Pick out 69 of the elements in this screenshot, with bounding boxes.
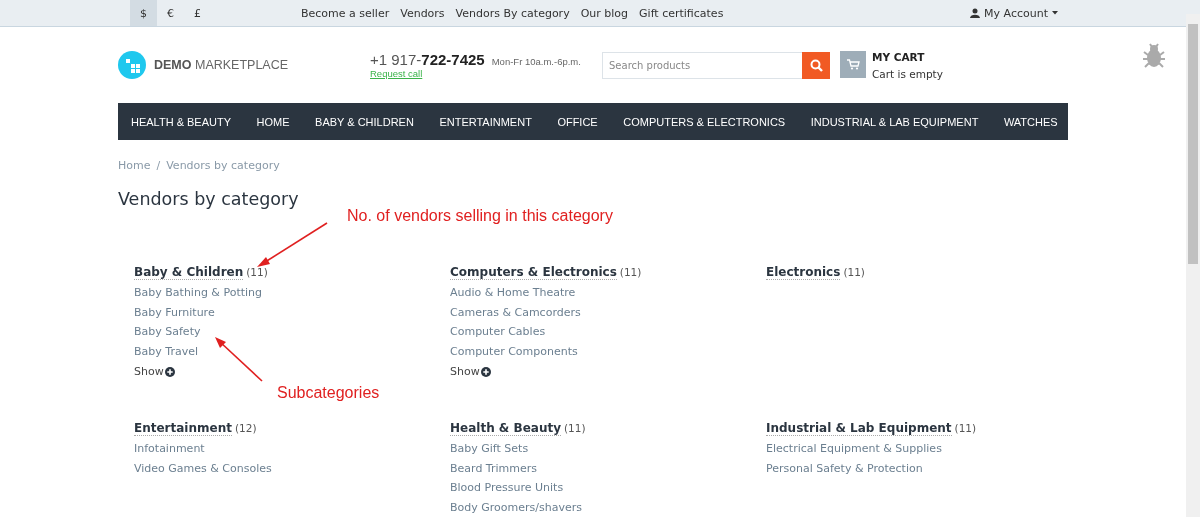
cart-icon[interactable] [840,50,866,78]
logo-text: DEMO MARKETPLACE [154,58,289,72]
vendor-count: (11) [564,422,586,434]
top-link[interactable]: Become a seller [301,6,390,20]
menu-item[interactable]: BABY & CHILDREN [315,115,414,128]
currency-button[interactable]: $ [130,0,157,26]
subcategory-link[interactable]: Personal Safety & Protection [766,460,923,477]
currency-button[interactable]: € [157,0,184,26]
logo-icon [118,51,146,79]
vendor-count: (12) [234,422,257,434]
menu-item[interactable]: COMPUTERS & ELECTRONICS [623,115,786,128]
subcategory-link[interactable]: Beard Trimmers [450,460,537,477]
vendor-count: (11) [619,266,642,278]
subcategory-link[interactable]: Baby Gift Sets [450,441,529,458]
user-icon [970,8,981,18]
bug-icon[interactable] [1142,43,1166,69]
breadcrumb-separator: / [156,159,161,172]
search-button[interactable] [802,51,830,79]
category-link[interactable]: Baby & Children [134,265,244,280]
subcategory-link[interactable]: Audio & Home Theatre [450,285,576,302]
vendor-count: (11) [954,422,977,434]
vendor-count: (11) [246,266,268,278]
top-link[interactable]: Vendors [400,6,445,20]
subcategory-link[interactable]: Baby Furniture [134,304,215,321]
annotation-text: Subcategories [277,384,380,402]
menu-item[interactable]: HEALTH & BEAUTY [131,115,232,128]
menu-item[interactable]: WATCHES [1003,115,1058,128]
annotation-arrow [257,222,328,267]
currency-button[interactable]: £ [184,0,211,26]
menu-item[interactable]: HOME [256,115,290,128]
subcategory-link[interactable]: Video Games & Consoles [134,460,272,477]
caret-icon [1052,11,1058,15]
opening-hours: Mon-Fr 10a.m.-6p.m. [491,56,581,67]
subcategory-link[interactable]: Blood Pressure Units [450,480,564,497]
category-link[interactable]: Computers & Electronics [450,265,617,280]
subcategory-link[interactable]: Baby Bathing & Potting [134,285,263,302]
category-link[interactable]: Industrial & Lab Equipment [766,421,952,436]
category-link[interactable]: Electronics [766,265,841,280]
annotation-text: No. of vendors selling in this category [347,207,613,225]
top-link[interactable]: Gift certificates [639,6,724,20]
subcategory-link[interactable]: Electrical Equipment & Supplies [766,441,942,458]
show-more-link[interactable]: Show [134,365,175,378]
menu-item[interactable]: OFFICE [557,115,598,128]
annotation-arrow [215,337,263,382]
cart-title[interactable]: MY CART [872,50,943,63]
cart-status: Cart is empty [872,67,943,80]
subcategory-link[interactable]: Cameras & Camcorders [450,304,581,321]
category-link[interactable]: Entertainment [134,421,232,436]
plus-icon [480,366,491,377]
subcategory-link[interactable]: Baby Safety [134,324,201,341]
top-link[interactable]: Our blog [580,6,629,20]
search-field[interactable]: Search products [602,51,802,79]
account-menu[interactable]: My Account [984,6,1048,20]
subcategory-link[interactable]: Computer Components [450,343,578,360]
top-link[interactable]: Vendors By category [455,6,570,20]
subcategory-link[interactable]: Body Groomers/shavers [450,499,582,516]
page-title: Vendors by category [118,189,300,209]
menu-item[interactable]: INDUSTRIAL & LAB EQUIPMENT [810,115,979,128]
vendor-count: (11) [843,266,865,278]
subcategory-link[interactable]: Infotainment [134,441,205,458]
menu-item[interactable]: ENTERTAINMENT [439,115,532,128]
subcategory-link[interactable]: Baby Travel [134,343,198,360]
subcategory-link[interactable]: Computer Cables [450,324,546,341]
phone-number: +1 917-722-7425 [370,51,485,68]
plus-icon [164,366,175,377]
category-link[interactable]: Health & Beauty [450,421,561,436]
show-more-link[interactable]: Show [450,365,491,378]
scrollbar[interactable] [1186,14,1200,517]
search-icon [809,58,823,72]
